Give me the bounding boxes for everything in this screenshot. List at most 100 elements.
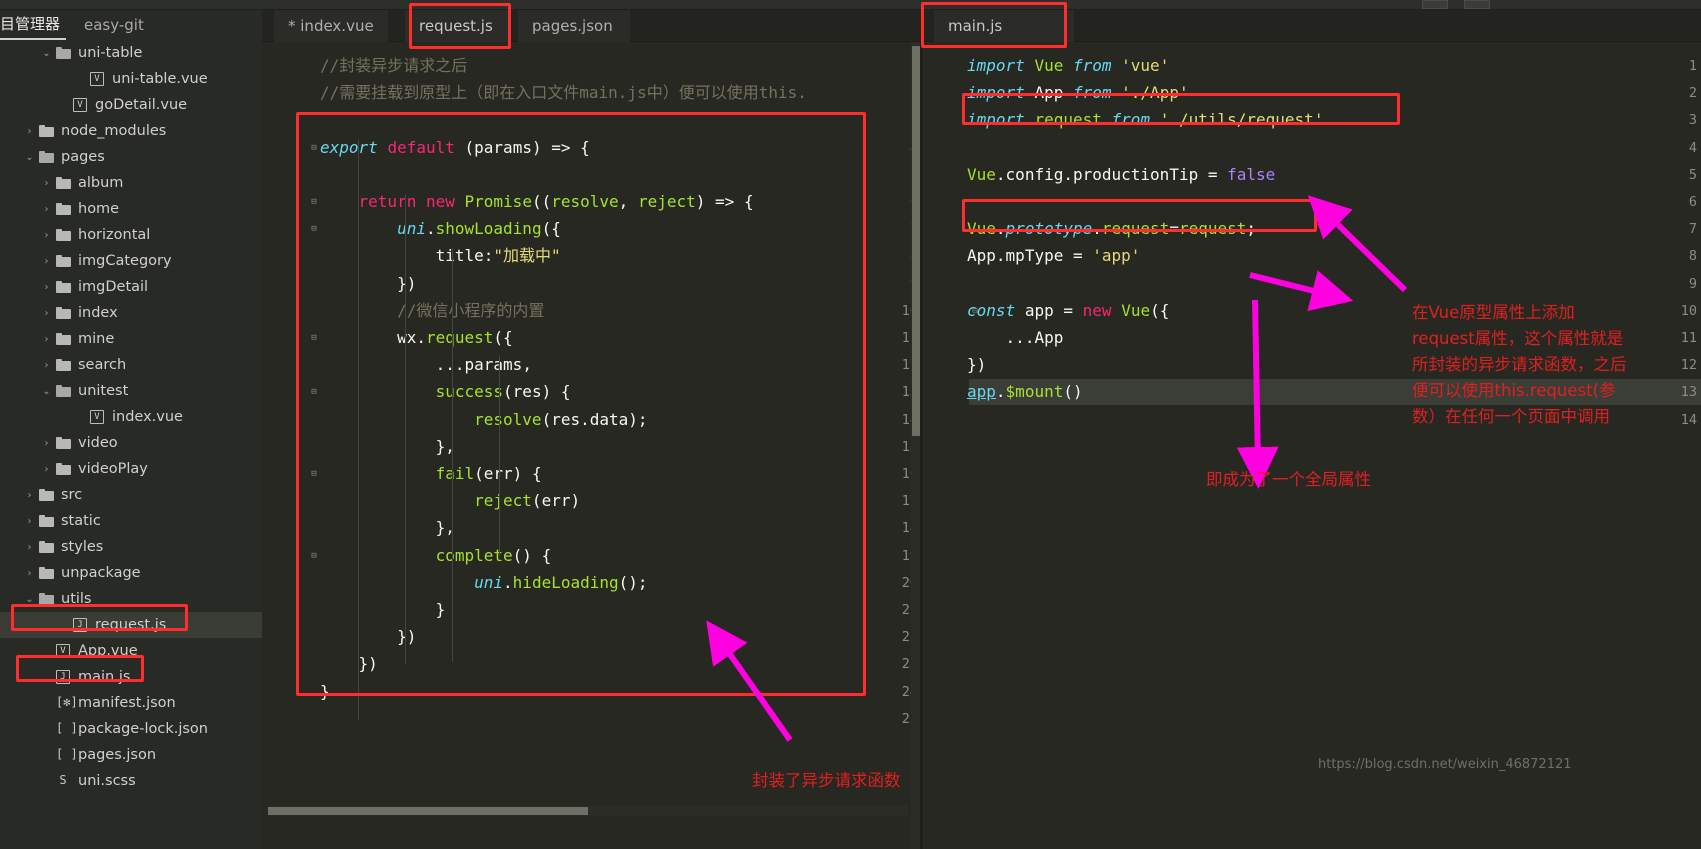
code-line[interactable]: uni.hideLoading(); [320,570,647,596]
code-line[interactable]: }) [320,651,378,677]
tree-item-package-lock.json[interactable]: [ ] package-lock.json [0,716,262,742]
toolbar-chip-1[interactable] [1422,0,1448,9]
code-line[interactable]: complete() { [320,543,552,569]
chevron-down-icon[interactable]: ⌄ [23,152,36,163]
code-line[interactable]: app.$mount() [967,379,1083,405]
code-line[interactable]: }, [320,515,455,541]
tree-item-index[interactable]: › index [0,300,262,326]
chevron-right-icon[interactable]: › [40,464,53,475]
chevron-right-icon[interactable]: › [23,126,36,137]
tree-item-label: home [78,201,120,217]
horizontal-scrollbar-left[interactable] [268,806,908,816]
tree-item-video[interactable]: › video [0,430,262,456]
code-fold-toggle[interactable]: ⊟ [308,325,320,351]
tree-item-src[interactable]: › src [0,482,262,508]
code-line[interactable]: return new Promise((resolve, reject) => … [320,189,754,215]
code-line[interactable]: title:"加载中" [320,243,561,269]
tree-item-pages.json[interactable]: [ ] pages.json [0,742,262,768]
tree-item-node-modules[interactable]: › node_modules [0,118,262,144]
code-line[interactable]: ...App [967,325,1064,351]
chevron-right-icon[interactable]: › [40,308,53,319]
tree-item-uni-table.vue[interactable]: Vuni-table.vue [0,66,262,92]
code-line[interactable]: }) [320,624,416,650]
tree-item-manifest.json[interactable]: [✻] manifest.json [0,690,262,716]
chevron-right-icon[interactable]: › [40,282,53,293]
tree-item-uni.scss[interactable]: Suni.scss [0,768,262,794]
editor-tab-index.vue[interactable]: * index.vue [274,10,388,42]
tree-item-imgcategory[interactable]: › imgCategory [0,248,262,274]
editor-panel-request-js[interactable]: 1//封装异步请求之后2//需要挂载到原型上（即在入口文件main.js中）便可… [262,42,922,849]
chevron-right-icon[interactable]: › [40,256,53,267]
code-fold-toggle[interactable]: ⊟ [308,461,320,487]
code-line[interactable]: import App from './App' [967,80,1189,106]
code-line[interactable]: uni.showLoading({ [320,216,561,242]
editor-tab-main.js[interactable]: main.js [934,10,1074,42]
code-fold-toggle[interactable]: ⊟ [308,189,320,215]
chevron-right-icon[interactable]: › [40,334,53,345]
code-line[interactable]: } [320,679,330,705]
code-fold-toggle[interactable]: ⊟ [308,135,320,161]
code-fold-toggle[interactable]: ⊟ [308,216,320,242]
sidebar-tab-project-manager[interactable]: 目管理器 [0,10,67,40]
code-line[interactable]: }) [320,271,416,297]
code-line[interactable]: }) [967,352,986,378]
code-line[interactable]: import request from './utils/request' [967,107,1323,133]
editor-tab-pages.json[interactable]: pages.json [518,10,630,42]
chevron-right-icon[interactable]: › [40,438,53,449]
tree-item-mine[interactable]: › mine [0,326,262,352]
tree-item-index.vue[interactable]: Vindex.vue [0,404,262,430]
tree-item-imgdetail[interactable]: › imgDetail [0,274,262,300]
editor-panel-main-js[interactable]: 1 import Vue from 'vue' 2 import App from '… [923,42,1701,849]
editor-tab-request.js[interactable]: request.js [405,10,509,42]
chevron-right-icon[interactable]: › [23,568,36,579]
code-line[interactable]: fail(err) { [320,461,542,487]
toolbar-chip-2[interactable] [1464,0,1490,9]
code-line[interactable]: App.mpType = 'app' [967,243,1140,269]
chevron-right-icon[interactable]: › [40,360,53,371]
code-line[interactable]: //需要挂载到原型上（即在入口文件main.js中）便可以使用this. [320,80,807,106]
chevron-right-icon[interactable]: › [23,542,36,553]
code-line[interactable]: }, [320,434,455,460]
tree-item-pages[interactable]: ⌄ pages [0,144,262,170]
tree-item-videoplay[interactable]: › videoPlay [0,456,262,482]
tree-item-search[interactable]: › search [0,352,262,378]
code-fold-toggle[interactable]: ⊟ [308,543,320,569]
tree-item-unitest[interactable]: ⌄ unitest [0,378,262,404]
chevron-right-icon[interactable]: › [40,178,53,189]
code-line[interactable]: import Vue from 'vue' [967,53,1169,79]
code-line[interactable]: resolve(res.data); [320,407,647,433]
code-line[interactable]: wx.request({ [320,325,513,351]
code-fold-toggle[interactable]: ⊟ [308,379,320,405]
code-line[interactable]: //微信小程序的内置 [320,298,544,324]
chevron-down-icon[interactable]: ⌄ [23,594,36,605]
tree-item-unpackage[interactable]: › unpackage [0,560,262,586]
code-line[interactable]: reject(err) [320,488,580,514]
chevron-right-icon[interactable]: › [40,230,53,241]
tree-item-main.js[interactable]: Jmain.js [0,664,262,690]
sidebar-tab-easy-git[interactable]: easy-git [78,11,150,39]
code-line[interactable]: Vue.prototype.request=request; [967,216,1256,242]
tree-item-app.vue[interactable]: V App.vue [0,638,262,664]
tree-item-uni-table[interactable]: ⌄ uni-table [0,40,262,66]
tree-item-utils[interactable]: ⌄ utils [0,586,262,612]
chevron-right-icon[interactable]: › [40,204,53,215]
code-line[interactable]: const app = new Vue({ [967,298,1169,324]
code-line[interactable]: export default (params) => { [320,135,590,161]
chevron-right-icon[interactable]: › [23,490,36,501]
code-line[interactable]: //封装异步请求之后 [320,53,467,79]
tree-item-static[interactable]: › static [0,508,262,534]
tree-item-godetail.vue[interactable]: VgoDetail.vue [0,92,262,118]
tree-item-album[interactable]: › album [0,170,262,196]
code-line[interactable]: ...params, [320,352,532,378]
tree-item-horizontal[interactable]: › horizontal [0,222,262,248]
tree-item-request.js[interactable]: Jrequest.js [0,612,262,638]
code-line[interactable]: } [320,597,446,623]
chevron-down-icon[interactable]: ⌄ [40,386,53,397]
chevron-right-icon[interactable]: › [23,516,36,527]
folder-icon [53,175,73,191]
tree-item-styles[interactable]: › styles [0,534,262,560]
chevron-down-icon[interactable]: ⌄ [40,48,53,59]
tree-item-home[interactable]: › home [0,196,262,222]
horizontal-scroll-thumb-left[interactable] [268,807,588,815]
code-line[interactable]: Vue.config.productionTip = false [967,162,1275,188]
